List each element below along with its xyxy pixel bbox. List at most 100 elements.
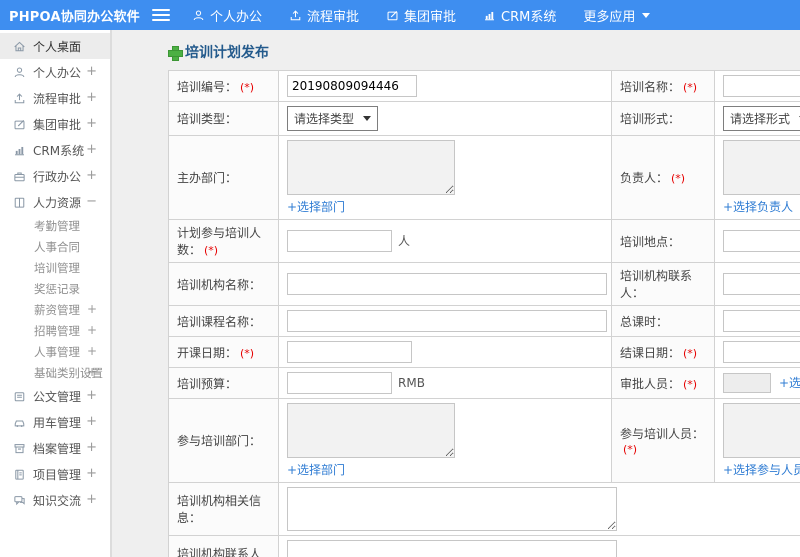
required-mark: (*) <box>204 244 219 257</box>
sidebar-item-workflow-approval[interactable]: 流程审批 + <box>0 85 110 111</box>
sidebar-item-label: 用车管理 <box>33 415 82 430</box>
chat-icon <box>14 495 25 505</box>
sidebar-item-official-docs[interactable]: 公文管理 + <box>0 383 110 409</box>
select-department-link[interactable]: +选择部门 <box>287 461 345 478</box>
expand-icon[interactable]: + <box>86 409 97 435</box>
submenu-item-personnel-management[interactable]: 人事管理 + <box>0 341 110 362</box>
expand-icon[interactable]: + <box>86 383 97 409</box>
currency-label: RMB <box>398 375 425 390</box>
sidebar-item-label: 档案管理 <box>33 441 82 456</box>
expand-icon[interactable]: + <box>86 487 97 513</box>
training-location-input[interactable] <box>723 230 800 252</box>
expand-icon[interactable]: + <box>86 461 97 487</box>
form-row: 培训类型： 请选择类型 培训形式： 请选择形式 <box>168 101 800 136</box>
expand-icon[interactable]: + <box>87 320 97 341</box>
field-label: 培训机构联系人相关信息： <box>168 535 279 557</box>
expand-icon[interactable]: + <box>87 341 97 362</box>
topnav-crm-system[interactable]: CRM系统 <box>483 6 556 25</box>
select-approver-link[interactable]: +选择审批人员 <box>779 376 800 390</box>
bar-chart-icon <box>14 145 25 155</box>
sidebar-item-personal-desktop[interactable]: 个人桌面 <box>0 33 110 59</box>
expand-icon[interactable]: + <box>86 111 97 137</box>
required-mark: (*) <box>683 377 698 391</box>
sidebar-item-human-resources[interactable]: 人力资源 − <box>0 189 110 215</box>
sidebar-item-label: 人力资源 <box>33 195 82 210</box>
submenu-item-attendance[interactable]: 考勤管理 <box>0 215 110 236</box>
sidebar-item-crm-system[interactable]: CRM系统 + <box>0 137 110 163</box>
sidebar-item-label: 行政办公 <box>33 169 82 184</box>
expand-icon[interactable]: + <box>86 59 97 85</box>
submenu-item-recruitment[interactable]: 招聘管理 + <box>0 320 110 341</box>
sidebar-item-label: 知识交流 <box>33 493 82 508</box>
upload-icon <box>290 10 301 20</box>
unit-label: 人 <box>398 233 411 248</box>
training-name-input[interactable] <box>723 75 800 97</box>
submenu-item-label: 奖惩记录 <box>34 281 80 296</box>
select-participants-link[interactable]: +选择参与人员 <box>723 461 800 478</box>
host-department-textarea[interactable] <box>287 140 455 195</box>
start-date-input[interactable] <box>287 341 412 363</box>
planned-count-input[interactable] <box>287 230 392 252</box>
edit-icon <box>14 119 25 129</box>
leader-textarea[interactable] <box>723 140 800 195</box>
expand-icon[interactable]: + <box>86 85 97 111</box>
submenu-item-label: 薪资管理 <box>34 302 80 317</box>
expand-icon[interactable]: + <box>86 163 97 189</box>
required-mark: (*) <box>683 346 698 360</box>
total-hours-input[interactable] <box>723 310 800 332</box>
training-form-select[interactable]: 请选择形式 <box>723 106 800 131</box>
submenu-item-reward-punishment[interactable]: 奖惩记录 <box>0 278 110 299</box>
form-row: 培训机构名称： 培训机构联系人： <box>168 262 800 306</box>
menu-toggle-icon[interactable] <box>152 9 170 21</box>
collapse-icon[interactable]: − <box>86 189 97 215</box>
expand-icon[interactable]: + <box>86 137 97 163</box>
participating-departments-textarea[interactable] <box>287 403 455 458</box>
topnav-more-apps[interactable]: 更多应用 <box>583 6 651 25</box>
submenu-item-label: 人事管理 <box>34 344 80 359</box>
submenu-item-training-management[interactable]: 培训管理 <box>0 257 110 278</box>
document-icon <box>14 391 25 401</box>
select-department-link[interactable]: +选择部门 <box>287 198 345 215</box>
course-name-input[interactable] <box>287 310 607 332</box>
required-mark: (*) <box>240 80 255 94</box>
sidebar-item-group-approval[interactable]: 集团审批 + <box>0 111 110 137</box>
sidebar-item-vehicle-management[interactable]: 用车管理 + <box>0 409 110 435</box>
form-row: 培训课程名称： 总课时： <box>168 305 800 337</box>
submenu-item-salary-management[interactable]: 薪资管理 + <box>0 299 110 320</box>
topnav-personal-office[interactable]: 个人办公 <box>192 6 262 25</box>
sidebar-item-knowledge-exchange[interactable]: 知识交流 + <box>0 487 110 513</box>
form-row: 培训机构联系人相关信息： <box>168 535 800 557</box>
select-leader-link[interactable]: +选择负责人 <box>723 198 793 215</box>
sidebar-item-personal-office[interactable]: 个人办公 + <box>0 59 110 85</box>
field-label: 培训形式： <box>611 101 715 136</box>
briefcase-icon <box>14 171 25 181</box>
expand-icon[interactable]: + <box>87 299 97 320</box>
book-icon <box>14 197 25 208</box>
form-row: 开课日期： (*) 结课日期： (*) <box>168 336 800 368</box>
expand-icon[interactable]: + <box>86 435 97 461</box>
org-info-textarea[interactable] <box>287 487 617 531</box>
training-type-select[interactable]: 请选择类型 <box>287 106 379 131</box>
participating-staff-textarea[interactable] <box>723 403 800 458</box>
budget-input[interactable] <box>287 372 392 394</box>
submenu-item-label: 招聘管理 <box>34 323 80 338</box>
expand-icon[interactable]: + <box>87 362 97 383</box>
sidebar-item-archive-management[interactable]: 档案管理 + <box>0 435 110 461</box>
end-date-input[interactable] <box>723 341 800 363</box>
topnav-workflow-approval[interactable]: 流程审批 <box>289 6 359 25</box>
sidebar-item-project-management[interactable]: 项目管理 + <box>0 461 110 487</box>
org-contact-input[interactable] <box>723 273 800 295</box>
bar-chart-icon <box>484 10 495 20</box>
field-label: 审批人员： (*) <box>611 367 715 399</box>
sidebar-item-admin-office[interactable]: 行政办公 + <box>0 163 110 189</box>
topnav-group-approval[interactable]: 集团审批 <box>386 6 456 25</box>
approver-input[interactable] <box>723 373 771 393</box>
submenu-item-hr-contract[interactable]: 人事合同 <box>0 236 110 257</box>
add-plus-icon <box>168 45 183 61</box>
training-number-input[interactable] <box>287 75 417 97</box>
submenu-item-base-category-settings[interactable]: 基础类别设置 + <box>0 362 110 383</box>
topnav-label: 集团审批 <box>404 9 457 25</box>
org-contact-info-textarea[interactable] <box>287 540 617 557</box>
sidebar-item-label: 个人桌面 <box>33 39 82 54</box>
training-org-name-input[interactable] <box>287 273 607 295</box>
